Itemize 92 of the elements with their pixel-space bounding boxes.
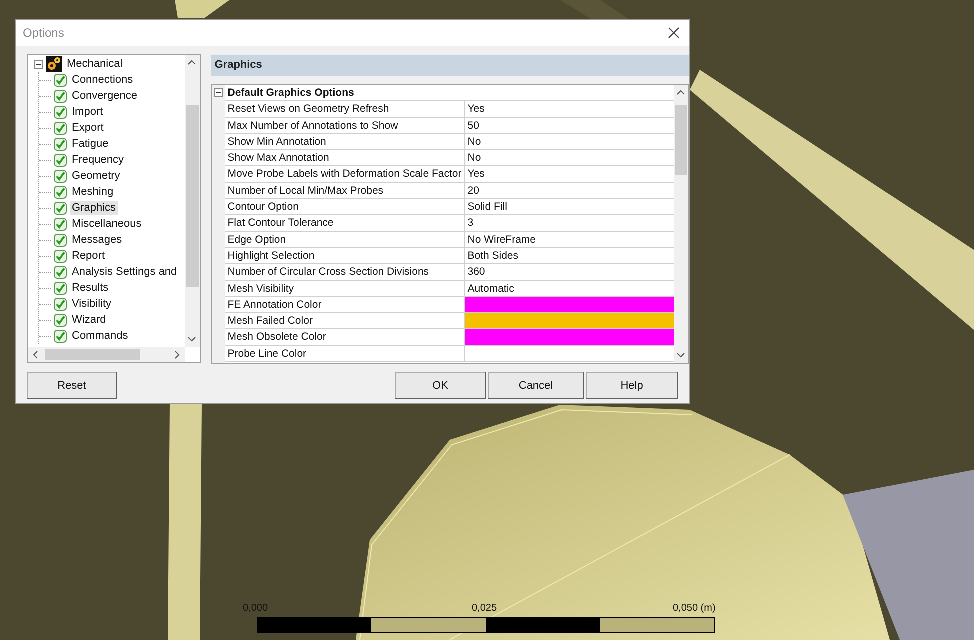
- checkmark-icon: [53, 72, 68, 88]
- scroll-down-icon[interactable]: [188, 337, 196, 342]
- checkmark-icon: [53, 216, 68, 232]
- property-value[interactable]: 360: [464, 264, 674, 280]
- scrollbar-thumb[interactable]: [45, 349, 140, 360]
- property-value[interactable]: 20: [464, 182, 674, 200]
- checkmark-icon: [53, 168, 68, 184]
- checkmark-icon: [53, 312, 68, 328]
- property-name: Edge Option: [224, 232, 465, 248]
- scale-label: 0,000: [243, 603, 268, 614]
- property-name: Mesh Obsolete Color: [224, 329, 465, 346]
- tree-item[interactable]: Geometry: [70, 169, 122, 183]
- property-value[interactable]: Yes: [464, 166, 674, 183]
- tree-item[interactable]: Fatigue: [70, 137, 111, 151]
- property-name: Show Max Annotation: [224, 150, 465, 166]
- property-name: Number of Local Min/Max Probes: [224, 182, 465, 200]
- checkmark-icon: [53, 184, 68, 200]
- tree-item[interactable]: Report: [70, 249, 108, 263]
- property-name: Show Min Annotation: [224, 134, 465, 150]
- property-value[interactable]: No: [464, 150, 674, 166]
- tree-item[interactable]: Results: [70, 281, 111, 295]
- color-swatch[interactable]: [464, 313, 674, 330]
- scale-label: 0,050 (m): [673, 603, 716, 614]
- help-button[interactable]: Help: [586, 372, 678, 399]
- property-name: Max Number of Annotations to Show: [224, 118, 465, 134]
- scrollbar[interactable]: [184, 55, 200, 347]
- checkmark-icon: [53, 280, 68, 296]
- tree-item[interactable]: Graphics: [70, 201, 118, 215]
- checkmark-icon: [53, 120, 68, 136]
- collapse-icon[interactable]: [214, 88, 223, 97]
- color-swatch[interactable]: [464, 296, 674, 314]
- tree-item[interactable]: Import: [70, 105, 106, 119]
- tree-item[interactable]: Connections: [70, 73, 136, 87]
- scrollbar-thumb[interactable]: [675, 104, 687, 175]
- checkmark-icon: [53, 296, 68, 312]
- panel-header: Graphics: [210, 54, 689, 76]
- tree-item[interactable]: Commands: [70, 329, 130, 343]
- scale-label: 0,025: [472, 603, 498, 614]
- property-value[interactable]: 3: [464, 215, 674, 232]
- property-value[interactable]: Yes: [464, 101, 674, 118]
- tree-item[interactable]: Wizard: [70, 313, 108, 327]
- scroll-left-icon[interactable]: [33, 350, 38, 358]
- checkmark-icon: [53, 328, 68, 344]
- checkmark-icon: [53, 136, 68, 152]
- reset-button[interactable]: Reset: [27, 372, 117, 399]
- cancel-button[interactable]: Cancel: [488, 372, 584, 399]
- tree-item[interactable]: Analysis Settings and: [70, 265, 180, 279]
- group-header: Default Graphics Options: [224, 84, 674, 102]
- tree-item[interactable]: Export: [70, 121, 106, 135]
- property-value[interactable]: Solid Fill: [464, 199, 674, 216]
- tree-item[interactable]: Convergence: [70, 89, 140, 103]
- tree-item[interactable]: Miscellaneous: [70, 217, 144, 231]
- property-name: Probe Line Color: [224, 346, 465, 362]
- checkmark-icon: [53, 264, 68, 280]
- checkmark-icon: [53, 88, 68, 104]
- color-swatch[interactable]: [464, 329, 674, 346]
- scroll-up-icon[interactable]: [677, 90, 685, 95]
- property-value[interactable]: 50: [464, 118, 674, 134]
- property-name: FE Annotation Color: [224, 296, 465, 314]
- scrollbar-thumb[interactable]: [186, 105, 199, 287]
- property-name: Contour Option: [224, 199, 465, 216]
- gears-icon: [46, 56, 62, 72]
- property-name: Flat Contour Tolerance: [224, 215, 465, 232]
- scroll-right-icon[interactable]: [174, 350, 180, 358]
- scroll-up-icon[interactable]: [188, 60, 196, 65]
- ok-button[interactable]: OK: [395, 372, 486, 399]
- tree-item[interactable]: Frequency: [70, 153, 126, 167]
- checkmark-icon: [53, 200, 68, 216]
- property-name: Number of Circular Cross Section Divisions: [224, 264, 465, 280]
- checkmark-icon: [53, 104, 68, 120]
- window-title: Options: [23, 26, 64, 40]
- color-swatch[interactable]: [464, 346, 674, 362]
- close-icon[interactable]: [668, 27, 680, 39]
- property-value[interactable]: No WireFrame: [464, 232, 674, 248]
- collapse-icon[interactable]: [34, 60, 43, 68]
- scrollbar[interactable]: [28, 347, 185, 362]
- property-name: Reset Views on Geometry Refresh: [224, 101, 465, 118]
- checkmark-icon: [53, 232, 68, 248]
- checkmark-icon: [53, 152, 68, 168]
- property-name: Highlight Selection: [224, 248, 465, 264]
- property-name: Move Probe Labels with Deformation Scale Factor: [224, 166, 465, 183]
- scrollbar[interactable]: [674, 84, 688, 363]
- property-name: Mesh Visibility: [224, 280, 465, 297]
- property-value[interactable]: Both Sides: [464, 248, 674, 264]
- tree-item[interactable]: Meshing: [70, 185, 116, 199]
- checkmark-icon: [53, 248, 68, 264]
- scroll-down-icon[interactable]: [677, 353, 685, 358]
- property-value[interactable]: No: [464, 134, 674, 150]
- tree-item[interactable]: Visibility: [70, 297, 114, 311]
- tree-item[interactable]: Messages: [70, 233, 124, 247]
- property-name: Mesh Failed Color: [224, 313, 465, 330]
- tree-item[interactable]: Mechanical: [65, 57, 125, 71]
